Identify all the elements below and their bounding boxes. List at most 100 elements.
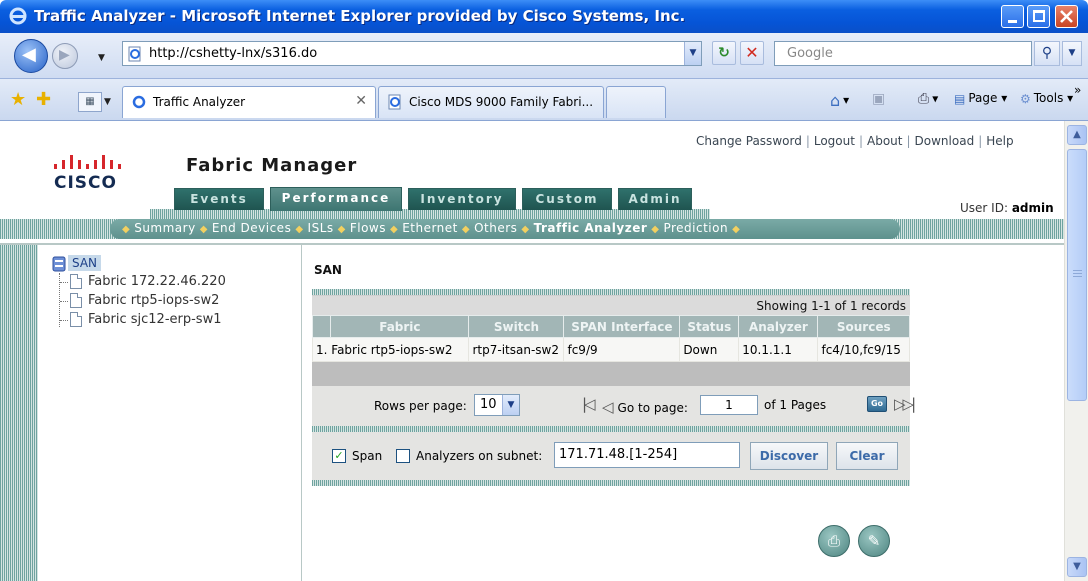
url-dropdown-icon[interactable]: ▼ [684,42,701,65]
subnav-ethernet[interactable]: Ethernet [402,221,458,235]
prev-page-icon[interactable]: ◁ [602,398,614,416]
quick-tabs-button[interactable]: ▦ [78,92,102,112]
column-header-status[interactable]: Status [679,315,740,338]
span-table-panel: Showing 1-1 of 1 records Fabric Switch S… [311,289,916,486]
goto-label: ◁ Go to page: [602,398,688,416]
clear-button[interactable]: Clear [836,442,898,470]
search-options-dropdown[interactable]: ▼ [1062,41,1082,66]
ie-page-icon [388,94,401,110]
tab-performance[interactable]: Performance [270,187,402,211]
user-id-label: User ID: [960,201,1008,215]
pane-divider[interactable] [301,245,302,581]
span-checkbox[interactable]: ✓ [332,449,346,463]
home-button[interactable]: ⌂ ▾ [830,91,849,110]
column-header-sources[interactable]: Sources [817,315,910,338]
ie-logo-icon [9,7,27,25]
tab-label: Cisco MDS 9000 Family Fabri... [409,95,594,109]
print-button[interactable]: ⎙ ▾ [918,91,938,107]
address-input[interactable]: http://cshetty-lnx/s316.do ▼ [122,41,702,66]
window-title-bar: Traffic Analyzer - Microsoft Internet Ex… [0,0,1088,33]
bullet-icon: ◆ [461,224,471,235]
tab-toolbar: ★ ✚ ▦ ▼ Traffic Analyzer ✕ Cisco MDS 900… [0,79,1088,121]
feeds-button[interactable]: ▣ [872,91,888,107]
document-icon [70,274,82,289]
vertical-scrollbar[interactable]: ▲ ▼ [1064,121,1088,581]
export-button[interactable]: ✎ [858,525,890,557]
stop-button[interactable]: ✕ [740,41,764,65]
refresh-button[interactable]: ↻ [712,41,736,65]
cell-analyzer: 10.1.1.1 [738,337,819,362]
subnet-checkbox[interactable] [396,449,410,463]
tab-list-dropdown-icon[interactable]: ▼ [104,92,118,112]
scroll-up-icon[interactable]: ▲ [1067,125,1087,145]
print-icon: ⎙ [918,91,930,107]
discover-button[interactable]: Discover [750,442,828,470]
chevron-down-icon: ▼ [502,395,519,415]
new-tab-button[interactable] [606,86,666,118]
tab-admin[interactable]: Admin [618,188,692,210]
print-icon: ⎙ [827,532,840,550]
maximize-button[interactable] [1027,5,1050,28]
logout-link[interactable]: Logout [814,134,855,148]
cell-switch: rtp7-itsan-sw2 [468,337,565,362]
tab-events[interactable]: Events [174,188,264,210]
chevron-more-icon[interactable]: » [1074,83,1081,97]
first-page-icon[interactable]: |◁ [582,395,595,413]
next-last-page-icon[interactable]: ▷▷| [894,395,916,413]
tab-traffic-analyzer[interactable]: Traffic Analyzer ✕ [122,86,376,118]
column-header-analyzer[interactable]: Analyzer [738,315,819,338]
record-count: Showing 1-1 of 1 records [312,295,910,315]
search-input[interactable]: Google [774,41,1032,66]
document-icon [70,312,82,327]
goto-text: Go to page: [617,401,688,415]
close-window-button[interactable] [1055,5,1078,28]
subnav-traffic-analyzer[interactable]: Traffic Analyzer [534,221,648,235]
tab-custom[interactable]: Custom [522,188,612,210]
close-tab-icon[interactable]: ✕ [355,93,367,109]
column-header-fabric[interactable]: Fabric [330,315,470,338]
close-icon [1060,10,1073,23]
subnav-summary[interactable]: Summary [134,221,196,235]
page-icon [128,46,141,62]
tools-menu[interactable]: ⚙ Tools ▾ [1020,91,1073,106]
column-header-switch[interactable]: Switch [468,315,565,338]
subnet-input[interactable]: 171.71.48.[1-254] [554,442,740,468]
page-content: Change Password | Logout | About | Download | He… [0,121,1064,581]
subnav-prediction[interactable]: Prediction [663,221,728,235]
scrollbar-thumb[interactable] [1067,149,1087,401]
about-link[interactable]: About [867,134,902,148]
change-password-link[interactable]: Change Password [696,134,802,148]
forward-button[interactable]: ▶ [52,43,78,69]
rows-per-page-label: Rows per page: [374,399,467,413]
fabric-value: Fabric rtp5-iops-sw2 [331,342,453,357]
add-favorite-icon[interactable]: ✚ [36,89,51,110]
search-icon[interactable]: ⚲ [1034,41,1060,66]
rows-per-page-select[interactable]: 10 ▼ [474,394,520,416]
table-row[interactable]: 1. Fabric rtp5-iops-sw2 rtp7-itsan-sw2 f… [311,337,910,362]
document-icon [70,293,82,308]
table-header-row: Fabric Switch SPAN Interface Status Anal… [311,315,910,338]
history-dropdown-icon[interactable]: ▼ [98,53,105,63]
favorites-star-icon[interactable]: ★ [10,89,26,110]
page-menu[interactable]: ▤ Page ▾ [954,91,1007,106]
bullet-icon: ◆ [199,224,208,235]
minimize-button[interactable] [1001,5,1024,28]
span-table: Fabric Switch SPAN Interface Status Anal… [311,315,910,362]
help-link[interactable]: Help [986,134,1013,148]
subnav-end-devices[interactable]: End Devices [212,221,291,235]
tab-cisco-mds[interactable]: Cisco MDS 9000 Family Fabri... [378,86,604,118]
back-button[interactable]: ◀ [14,39,48,73]
tab-inventory[interactable]: Inventory [408,188,516,210]
logo-wordmark: CISCO [54,173,117,193]
download-link[interactable]: Download [915,134,975,148]
page-menu-label: Page [968,91,998,105]
scroll-down-icon[interactable]: ▼ [1067,557,1087,577]
ie-page-icon [132,95,146,109]
subnav-flows[interactable]: Flows [350,221,386,235]
subnav-others[interactable]: Others [474,221,517,235]
subnav-isls[interactable]: ISLs [308,221,334,235]
print-report-button[interactable]: ⎙ [818,525,850,557]
page-number-input[interactable]: 1 [700,395,758,415]
column-header-span-interface[interactable]: SPAN Interface [563,315,681,338]
go-button[interactable]: Go [867,396,887,412]
